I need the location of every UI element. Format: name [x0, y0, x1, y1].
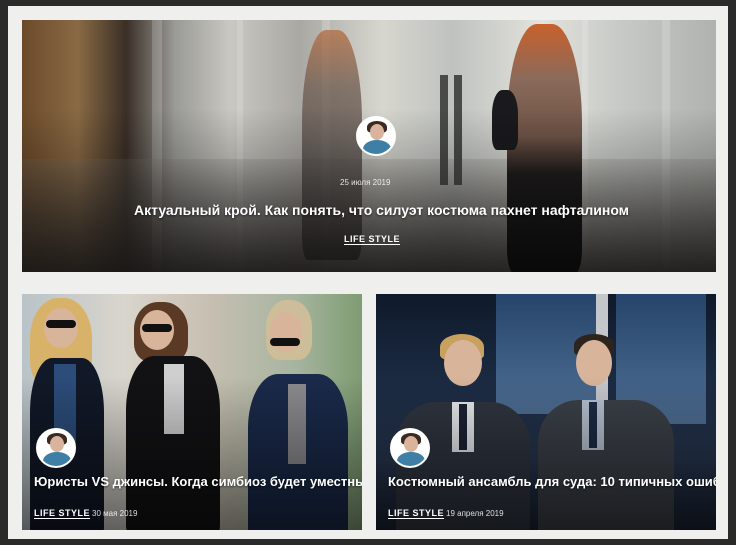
article-card-featured[interactable]: 25 июля 2019 Актуальный крой. Как понять… — [22, 20, 716, 272]
article-date: 25 июля 2019 — [340, 178, 391, 187]
article-title[interactable]: Юристы VS джинсы. Когда симбиоз будет ум… — [34, 474, 362, 489]
article-card[interactable]: Юристы VS джинсы. Когда симбиоз будет ум… — [22, 294, 362, 530]
category-tag[interactable]: LIFE STYLE — [34, 508, 90, 518]
article-title[interactable]: Костюмный ансамбль для суда: 10 типичных… — [388, 474, 716, 489]
author-avatar[interactable] — [390, 428, 430, 468]
article-card[interactable]: Костюмный ансамбль для суда: 10 типичных… — [376, 294, 716, 530]
article-title[interactable]: Актуальный крой. Как понять, что силуэт … — [134, 202, 629, 218]
author-avatar[interactable] — [356, 116, 396, 156]
author-avatar[interactable] — [36, 428, 76, 468]
article-date: 19 апреля 2019 — [446, 509, 504, 518]
article-grid: 25 июля 2019 Актуальный крой. Как понять… — [8, 6, 728, 539]
category-tag[interactable]: LIFE STYLE — [388, 508, 444, 518]
category-tag[interactable]: LIFE STYLE — [344, 234, 400, 244]
article-date: 30 мая 2019 — [92, 509, 138, 518]
